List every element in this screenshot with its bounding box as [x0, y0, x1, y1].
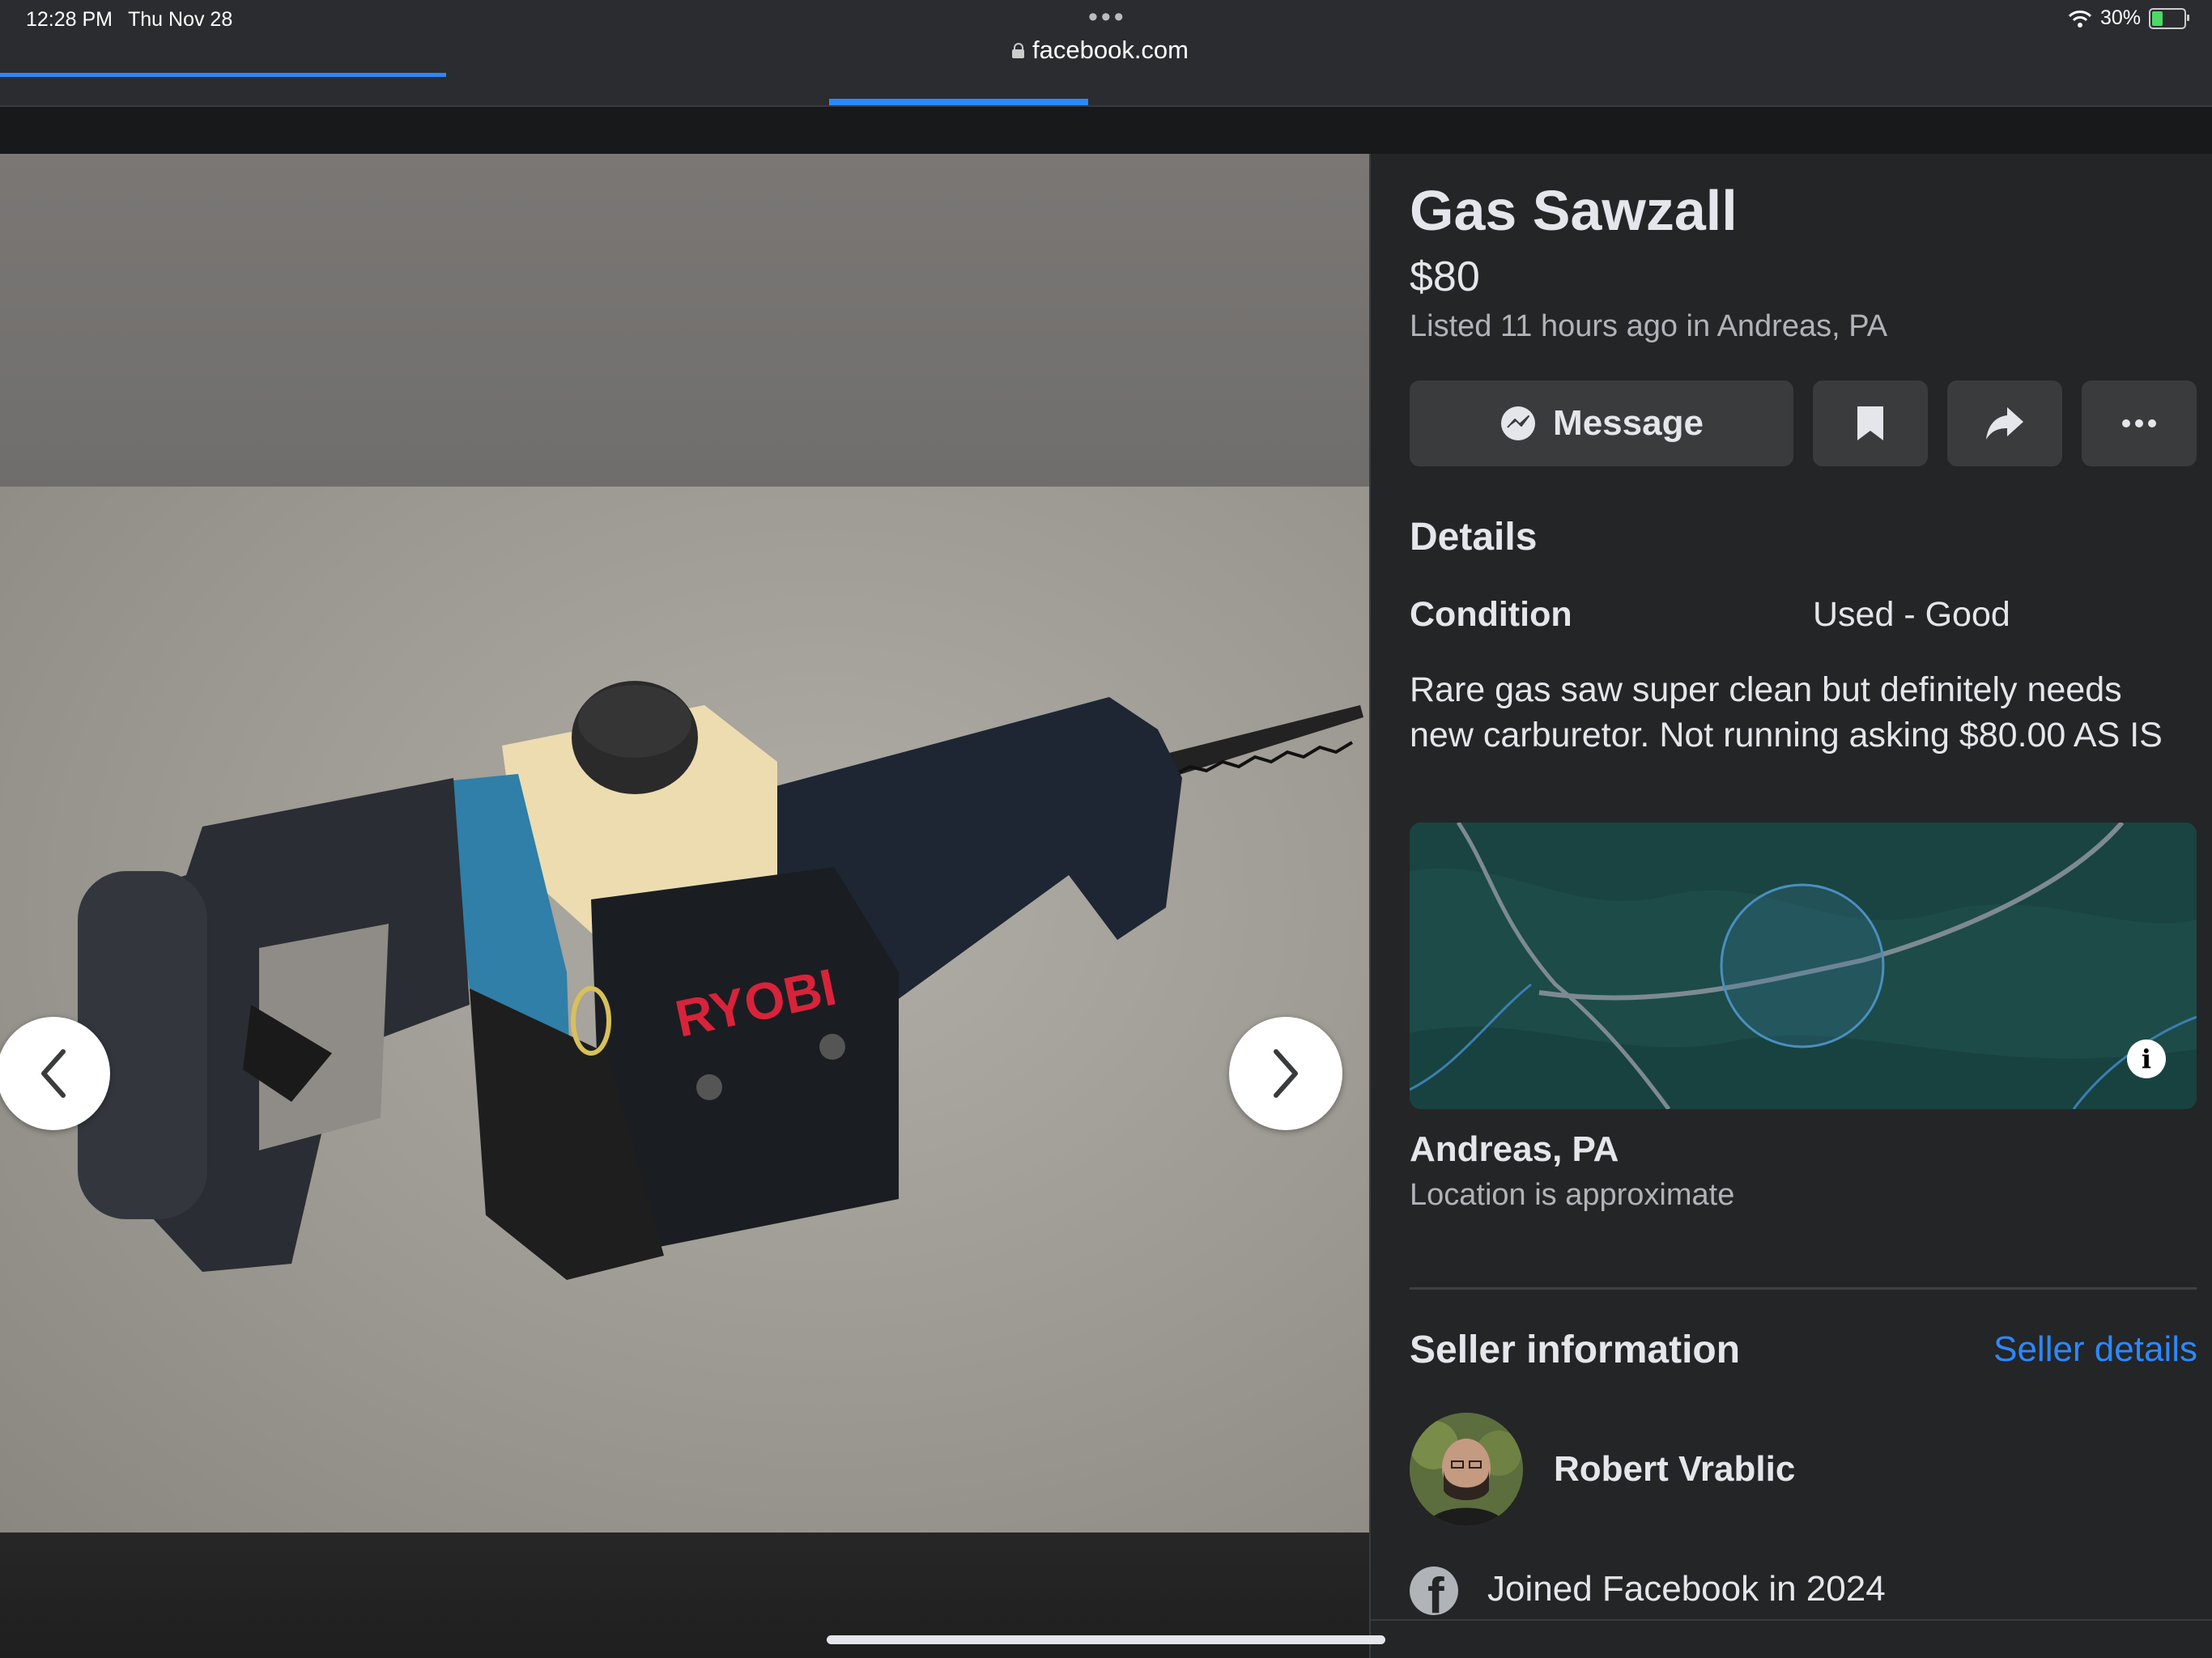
share-icon	[1986, 407, 2023, 440]
message-button[interactable]: Message	[1410, 380, 1793, 466]
seller-name[interactable]: Robert Vrablic	[1554, 1449, 1795, 1490]
seller-avatar[interactable]	[1410, 1413, 1523, 1526]
listing-description: Rare gas saw super clean but definitely …	[1410, 670, 2163, 755]
seller-details-link[interactable]: Seller details	[1993, 1329, 2197, 1370]
message-button-label: Message	[1553, 403, 1704, 443]
messenger-icon	[1501, 406, 1536, 440]
location-map[interactable]: i	[1410, 823, 2197, 1109]
battery-icon	[2149, 7, 2189, 29]
listing-title: Gas Sawzall	[1410, 179, 1738, 242]
chevron-left-icon	[41, 1049, 66, 1098]
details-heading: Details	[1410, 516, 1538, 559]
listing-details-panel: Gas Sawzall $80 Listed 11 hours ago in A…	[1369, 154, 2212, 1658]
url-text: facebook.com	[1032, 36, 1189, 64]
listing-photo: RYOBI	[0, 487, 1369, 1533]
status-time: 12:28 PM	[26, 8, 113, 31]
active-tab-indicator	[829, 99, 1088, 105]
multitasking-dots-icon[interactable]: •••	[1088, 2, 1127, 33]
seller-joined: Joined Facebook in 2024	[1487, 1569, 1886, 1609]
page-load-progress	[0, 73, 446, 77]
home-indicator[interactable]	[827, 1635, 1385, 1644]
listing-meta: Listed 11 hours ago in Andreas, PA	[1410, 309, 1888, 343]
save-button[interactable]	[1813, 380, 1928, 466]
lock-icon	[1012, 43, 1024, 58]
facebook-header-strip	[0, 107, 2212, 154]
map-graphic	[1410, 823, 2197, 1109]
bookmark-icon	[1857, 406, 1883, 440]
status-date: Thu Nov 28	[128, 8, 233, 31]
condition-value: Used - Good	[1813, 595, 2010, 634]
more-icon	[2122, 419, 2156, 427]
photo-viewer: RYOBI	[0, 154, 1369, 1658]
previous-photo-button[interactable]	[0, 1017, 110, 1130]
address-bar[interactable]: facebook.com	[1012, 36, 1189, 65]
listing-price: $80	[1410, 253, 1480, 300]
next-photo-button[interactable]	[1229, 1017, 1342, 1130]
battery-percent: 30%	[2099, 6, 2141, 29]
info-icon[interactable]: i	[2127, 1039, 2166, 1078]
avatar-photo	[1410, 1413, 1523, 1526]
share-button[interactable]	[1947, 380, 2062, 466]
status-bar: 12:28 PM Thu Nov 28 ••• facebook.com 30%	[0, 0, 2212, 105]
chevron-right-icon	[1274, 1049, 1298, 1098]
location-note: Location is approximate	[1410, 1178, 1735, 1212]
wifi-icon	[2068, 10, 2092, 28]
condition-label: Condition	[1410, 595, 1572, 634]
saw-illustration: RYOBI	[78, 681, 1363, 1280]
seller-info-heading: Seller information	[1410, 1329, 1741, 1371]
more-options-button[interactable]	[2082, 380, 2197, 466]
location-name: Andreas, PA	[1410, 1129, 1619, 1169]
section-divider	[1410, 1287, 2197, 1290]
status-indicators: 30%	[2068, 6, 2189, 30]
panel-bottom-divider	[1371, 1619, 2212, 1621]
facebook-icon: f	[1410, 1567, 1458, 1615]
